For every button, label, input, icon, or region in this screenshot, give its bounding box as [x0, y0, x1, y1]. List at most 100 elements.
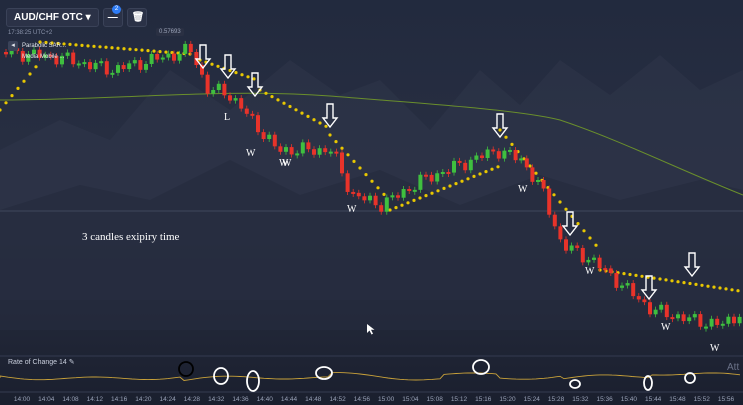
candle-body [692, 314, 697, 318]
trade-result-label: W [710, 343, 720, 354]
sar-dot [594, 243, 598, 247]
candle-body [401, 189, 406, 198]
candle-body [373, 195, 378, 206]
candle-body [519, 158, 524, 161]
time-tick-label: 15:04 [402, 396, 419, 403]
legend-item-ma[interactable]: Media Mobile ... [22, 54, 64, 60]
sar-dot [718, 286, 722, 290]
sar-dot [240, 73, 244, 77]
sar-dot [104, 45, 108, 49]
time-tick-label: 15:20 [499, 396, 516, 403]
candle-body [592, 257, 596, 260]
legend-item-sar[interactable]: Parabolic SAR... [22, 43, 66, 49]
trade-result-label: W [661, 322, 671, 333]
sar-dot [110, 46, 114, 50]
sar-dot [730, 288, 734, 292]
sar-dot [670, 279, 674, 283]
candle-body [720, 323, 725, 326]
candle-body [457, 160, 462, 163]
candle-body [396, 195, 400, 198]
candle-body [211, 89, 216, 94]
candle-body [88, 62, 92, 70]
time-tick-label: 14:28 [184, 396, 201, 403]
sar-dot [34, 65, 38, 69]
candle-body [351, 191, 356, 194]
sar-dot [334, 140, 338, 144]
candle-body [463, 162, 468, 171]
sar-dot [436, 189, 440, 193]
candle-body [76, 63, 81, 66]
legend-row-ma[interactable]: Media Mobile ... [8, 51, 66, 62]
sar-dot [140, 48, 144, 52]
candle-body [564, 239, 568, 251]
sar-dot [246, 75, 250, 79]
sar-dot [282, 101, 286, 105]
sar-dot [564, 207, 568, 211]
candle-body [177, 53, 182, 61]
candle-body [709, 318, 714, 327]
time-tick-label: 14:32 [208, 396, 225, 403]
candle-body [312, 149, 316, 155]
sar-dot [460, 179, 464, 183]
time-tick-label: 14:08 [62, 396, 79, 403]
sar-dot [312, 118, 316, 122]
candle-body [412, 189, 417, 192]
trade-result-label: W [347, 204, 357, 215]
asset-label: AUD/CHF OTC [14, 12, 83, 23]
sar-dot [658, 277, 662, 281]
trade-result-label: W [518, 184, 528, 195]
watermark-text: Att [727, 362, 740, 373]
candle-body [524, 158, 529, 168]
roc-label-text: Rate of Change 14 [8, 359, 67, 366]
delete-drawings-button[interactable]: 🗑 [126, 8, 147, 27]
candle-body [715, 318, 720, 325]
sar-dot [552, 193, 556, 197]
sar-dot [370, 179, 374, 183]
candle-body [121, 65, 126, 70]
collapse-icon[interactable]: ◂ [8, 40, 18, 51]
candle-body [317, 148, 322, 155]
candle-body [99, 61, 104, 64]
sar-dot [406, 201, 410, 205]
candle-body [698, 314, 703, 327]
chevron-down-icon: ▾ [85, 12, 91, 23]
candle-body [496, 151, 501, 159]
price-chart[interactable]: LWWWWWWWW 14:00 14:04 14:08 14:12 14:16 14:20… [0, 0, 743, 405]
sar-dot [634, 273, 638, 277]
sar-dot [454, 182, 458, 186]
candle-body [653, 309, 658, 315]
candle-body [239, 98, 244, 109]
roc-label[interactable]: Rate of Change 14 ✎ [8, 358, 75, 366]
drawings-count-badge: 2 [112, 5, 121, 14]
legend-row-sar[interactable]: ◂ Parabolic SAR... [8, 40, 66, 51]
candle-body [547, 188, 552, 215]
sar-dot [598, 268, 602, 272]
sar-dot [558, 200, 562, 204]
sar-dot [234, 71, 238, 75]
candle-body [93, 62, 98, 70]
sar-dot [152, 49, 156, 53]
time-tick-label: 14:36 [232, 396, 249, 403]
sar-dot [382, 192, 386, 196]
candle-body [625, 283, 630, 286]
candle-body [631, 283, 636, 297]
candle-body [732, 316, 736, 324]
sar-dot [510, 142, 514, 146]
sar-dot [328, 133, 332, 137]
candle-body [160, 57, 165, 60]
pencil-icon[interactable]: ✎ [69, 359, 75, 366]
candle-body [480, 155, 484, 158]
candle-body [183, 43, 188, 54]
sar-dot [676, 280, 680, 284]
candle-body [256, 115, 260, 133]
candle-body [144, 63, 148, 70]
candle-body [272, 134, 277, 147]
candle-body [468, 159, 473, 171]
asset-selector[interactable]: AUD/CHF OTC ▾ [6, 8, 99, 27]
candle-body [608, 268, 613, 274]
sar-dot [210, 62, 214, 66]
sar-dot [80, 43, 84, 47]
sar-dot [706, 284, 710, 288]
sar-dot [418, 196, 422, 200]
time-tick-label: 15:36 [596, 396, 613, 403]
